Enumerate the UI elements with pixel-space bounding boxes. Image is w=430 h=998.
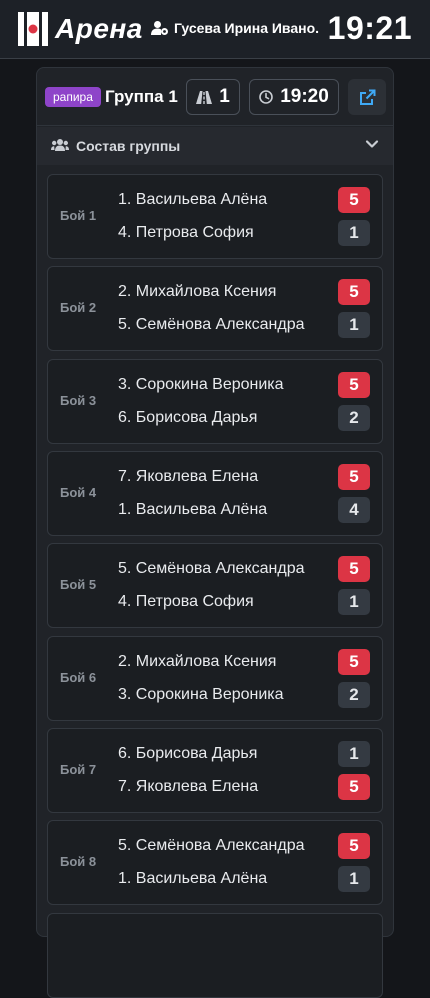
bout-label: Бой 8 (60, 854, 97, 869)
score-right[interactable]: 2 (338, 405, 370, 431)
roster-toggle[interactable]: Состав группы (37, 127, 393, 165)
start-time-indicator: 19:20 (249, 79, 339, 115)
open-external-button[interactable] (348, 79, 386, 115)
bout-label: Бой 1 (60, 208, 97, 223)
bout-card-partial (47, 913, 383, 998)
score-left[interactable]: 5 (338, 833, 370, 859)
fencer-right: 6. Борисова Дарья (118, 409, 258, 426)
bout-label: Бой 6 (60, 670, 97, 685)
group-panel: рапира Группа 1 1 19:20 Состав группы Бо… (36, 67, 394, 998)
bout-card[interactable]: Бой 7 6. Борисова Дарья 7. Яковлева Елен… (47, 728, 383, 813)
bout-label: Бой 5 (60, 577, 97, 592)
bout-label: Бой 7 (60, 762, 97, 777)
user-name: Гусева Ирина Ивано... (174, 20, 319, 36)
piste-indicator: 1 (186, 79, 240, 115)
score-right[interactable]: 5 (338, 774, 370, 800)
user-gear-icon (151, 21, 168, 35)
group-header: рапира Группа 1 1 19:20 (37, 68, 393, 126)
bout-label: Бой 3 (60, 393, 97, 408)
score-right[interactable]: 2 (338, 682, 370, 708)
weapon-badge: рапира (45, 87, 101, 107)
fencer-left: 5. Семёнова Александра (118, 837, 305, 854)
score-left[interactable]: 5 (338, 464, 370, 490)
fencer-left: 7. Яковлева Елена (118, 468, 259, 485)
group-title: Группа 1 (105, 87, 178, 106)
piste-number: 1 (219, 86, 230, 107)
app-name: Арена (55, 13, 143, 44)
roster-label: Состав группы (76, 138, 181, 154)
current-time: 19:21 (327, 10, 412, 46)
fencer-right: 3. Сорокина Вероника (118, 686, 284, 703)
chevron-down-icon (365, 140, 379, 148)
external-link-icon (359, 89, 375, 105)
user-menu[interactable]: Гусева Ирина Ивано... (151, 20, 319, 36)
score-right[interactable]: 1 (338, 312, 370, 338)
bout-card[interactable]: Бой 2 2. Михайлова Ксения 5. Семёнова Ал… (47, 266, 383, 351)
fencer-right: 4. Петрова София (118, 224, 254, 241)
fencer-right: 1. Васильева Алёна (118, 501, 268, 518)
bout-card[interactable]: Бой 5 5. Семёнова Александра 4. Петрова … (47, 543, 383, 628)
bout-card[interactable]: Бой 4 7. Яковлева Елена 1. Васильева Алё… (47, 451, 383, 536)
fencer-left: 3. Сорокина Вероника (118, 376, 284, 393)
bout-card[interactable]: Бой 1 1. Васильева Алёна 4. Петрова Софи… (47, 174, 383, 259)
bout-label: Бой 2 (60, 300, 97, 315)
fencer-left: 2. Михайлова Ксения (118, 653, 277, 670)
fencer-left: 1. Васильева Алёна (118, 191, 268, 208)
bout-card[interactable]: Бой 6 2. Михайлова Ксения 3. Сорокина Ве… (47, 636, 383, 721)
logo[interactable]: Арена (18, 12, 143, 46)
score-left[interactable]: 5 (338, 372, 370, 398)
fencer-right: 1. Васильева Алёна (118, 870, 268, 887)
bout-label: Бой 4 (60, 485, 97, 500)
score-left[interactable]: 5 (338, 556, 370, 582)
fencer-left: 6. Борисова Дарья (118, 745, 258, 762)
score-right[interactable]: 1 (338, 220, 370, 246)
fencer-left: 2. Михайлова Ксения (118, 283, 277, 300)
score-right[interactable]: 4 (338, 497, 370, 523)
start-time: 19:20 (280, 86, 329, 107)
fencer-right: 5. Семёнова Александра (118, 316, 305, 333)
fencer-right: 4. Петрова София (118, 593, 254, 610)
fencer-right: 7. Яковлева Елена (118, 778, 259, 795)
score-right[interactable]: 1 (338, 589, 370, 615)
top-bar: Арена Гусева Ирина Ивано... 19:21 (0, 0, 430, 59)
fencer-left: 5. Семёнова Александра (118, 560, 305, 577)
road-icon (196, 90, 213, 104)
bout-card[interactable]: Бой 8 5. Семёнова Александра 1. Васильев… (47, 820, 383, 905)
clock-icon (259, 90, 273, 104)
score-left[interactable]: 5 (338, 649, 370, 675)
score-right[interactable]: 1 (338, 866, 370, 892)
arena-logo-icon (18, 12, 48, 46)
score-left[interactable]: 1 (338, 741, 370, 767)
users-icon (51, 139, 69, 151)
score-left[interactable]: 5 (338, 187, 370, 213)
bout-card[interactable]: Бой 3 3. Сорокина Вероника 6. Борисова Д… (47, 359, 383, 444)
score-left[interactable]: 5 (338, 279, 370, 305)
